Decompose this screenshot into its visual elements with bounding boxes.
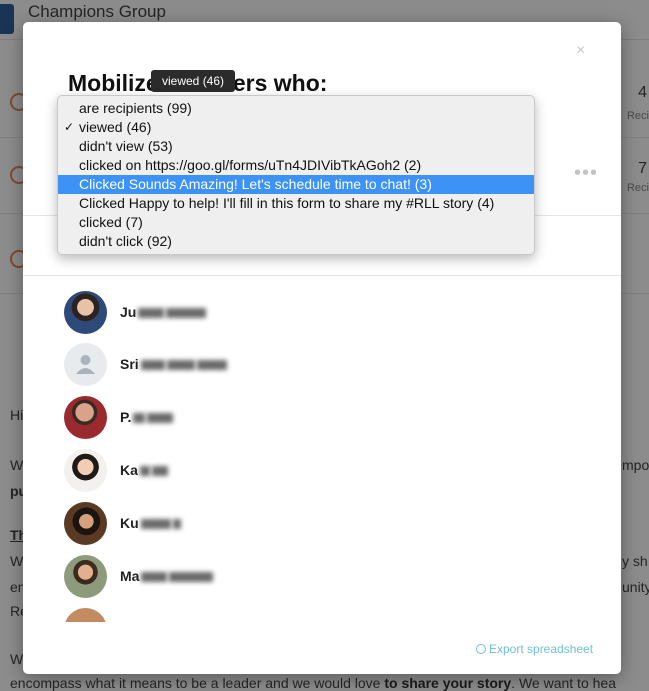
checkmark-icon: ✓ xyxy=(64,120,75,134)
avatar xyxy=(64,502,107,545)
avatar xyxy=(64,291,107,334)
member-name: Ma xyxy=(120,568,214,584)
tooltip: viewed (46) xyxy=(151,70,236,92)
more-options-icon[interactable]: ••• xyxy=(574,162,598,185)
avatar xyxy=(64,396,107,439)
member-row[interactable]: Sri xyxy=(23,339,621,389)
avatar xyxy=(64,555,107,598)
member-name: Ju xyxy=(120,304,207,320)
dropdown-option[interactable]: didn't click (92) xyxy=(58,232,534,251)
member-row[interactable]: Ku xyxy=(23,498,621,548)
member-name: P. xyxy=(120,409,174,425)
avatar xyxy=(64,608,107,622)
member-row[interactable]: Ka xyxy=(23,445,621,495)
dropdown-option[interactable]: Clicked Happy to help! I'll fill in this… xyxy=(58,194,534,213)
dropdown-option-selected[interactable]: ✓ viewed (46) xyxy=(58,118,534,137)
avatar xyxy=(64,449,107,492)
avatar xyxy=(64,343,107,386)
filter-dropdown-menu[interactable]: are recipients (99) ✓ viewed (46) didn't … xyxy=(57,95,535,255)
member-name: Sri xyxy=(120,356,227,372)
member-name: Ka xyxy=(120,462,168,478)
person-placeholder-icon xyxy=(76,355,95,374)
download-icon xyxy=(476,644,486,654)
member-row[interactable]: Ju xyxy=(23,287,621,337)
member-row[interactable] xyxy=(23,604,621,622)
member-name: Ku xyxy=(120,515,181,531)
member-row[interactable]: P. xyxy=(23,392,621,442)
member-list[interactable]: Ju Sri P. Ka Ku Ma xyxy=(23,284,621,622)
dropdown-option[interactable]: didn't view (53) xyxy=(58,137,534,156)
divider xyxy=(23,275,621,276)
close-icon[interactable]: × xyxy=(576,42,585,60)
dropdown-option[interactable]: clicked (7) xyxy=(58,213,534,232)
dropdown-option[interactable]: are recipients (99) xyxy=(58,99,534,118)
member-row[interactable]: Ma xyxy=(23,551,621,601)
export-label: Export spreadsheet xyxy=(489,642,594,656)
dropdown-option-highlighted[interactable]: Clicked Sounds Amazing! Let's schedule t… xyxy=(58,175,534,194)
export-spreadsheet-link[interactable]: Export spreadsheet xyxy=(476,642,593,656)
dropdown-option[interactable]: clicked on https://goo.gl/forms/uTn4JDIV… xyxy=(58,156,534,175)
